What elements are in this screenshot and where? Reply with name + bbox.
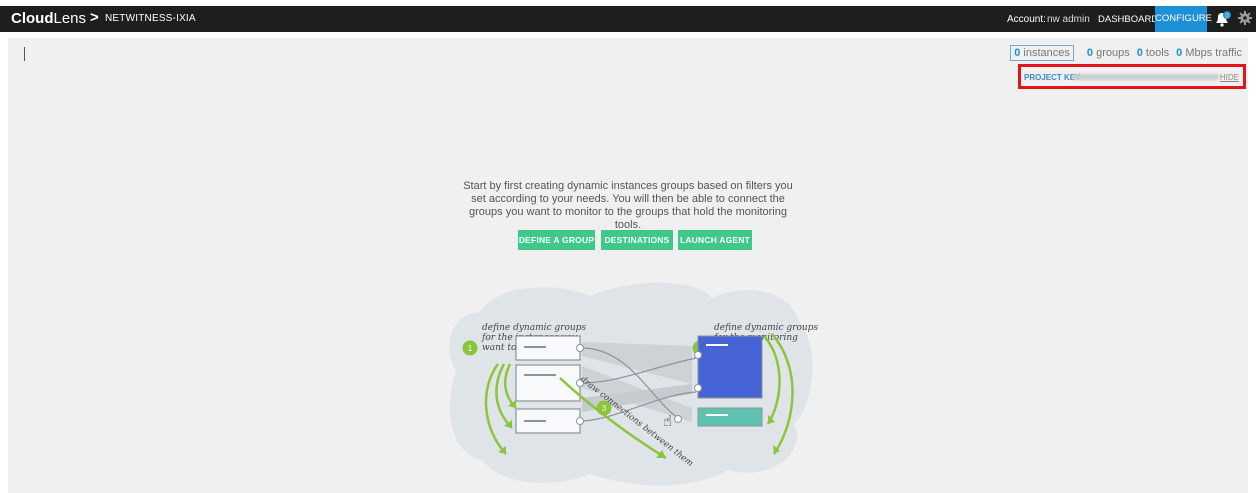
hide-key-link[interactable]: HIDE	[1220, 73, 1239, 82]
tool-group-box-secondary	[697, 407, 763, 427]
define-group-button[interactable]: DEFINE A GROUP	[518, 230, 595, 250]
account-label: Account:	[1007, 14, 1046, 25]
stat-instances[interactable]: 0 instances	[1010, 45, 1074, 61]
stat-traffic[interactable]: 0 Mbps traffic	[1176, 47, 1242, 59]
account-name[interactable]: nw admin	[1047, 14, 1090, 25]
stat-groups[interactable]: 0 groups	[1087, 47, 1130, 59]
text-cursor	[24, 47, 25, 61]
nav-dashboard[interactable]: DASHBOARD	[1098, 14, 1158, 25]
launch-agent-button[interactable]: LAUNCH AGENT	[678, 230, 752, 250]
intro-text: Start by first creating dynamic instance…	[463, 180, 793, 231]
project-key-value-redacted	[1072, 74, 1219, 80]
onboarding-diagram: 1 define dynamic groups for the instance…	[449, 282, 818, 486]
notification-count: 0	[1225, 13, 1229, 20]
bell-icon[interactable]: 0	[1214, 11, 1232, 27]
step-3-number: 3	[602, 404, 607, 413]
instance-group-box-2	[515, 364, 581, 402]
brand-logo[interactable]: CloudLens	[11, 10, 86, 27]
destinations-button[interactable]: DESTINATIONS	[601, 230, 673, 250]
step-1-number: 1	[468, 344, 473, 353]
stats-bar: 0 instances 0 groups 0 tools 0 Mbps traffic	[1010, 45, 1242, 61]
stat-tools[interactable]: 0 tools	[1137, 47, 1169, 59]
project-key-panel: PROJECT KEY HIDE	[1018, 64, 1246, 89]
top-navbar: CloudLens > NETWITNESS-IXIA Account: nw …	[0, 6, 1256, 32]
main-content: 0 instances 0 groups 0 tools 0 Mbps traffic…	[8, 38, 1248, 493]
hand-cursor-icon: ☝	[663, 412, 673, 430]
breadcrumb-project[interactable]: NETWITNESS-IXIA	[105, 13, 196, 24]
gear-icon[interactable]	[1238, 11, 1252, 25]
nav-configure[interactable]: CONFIGURE	[1155, 6, 1212, 32]
breadcrumb-chevron-icon: >	[90, 9, 99, 26]
